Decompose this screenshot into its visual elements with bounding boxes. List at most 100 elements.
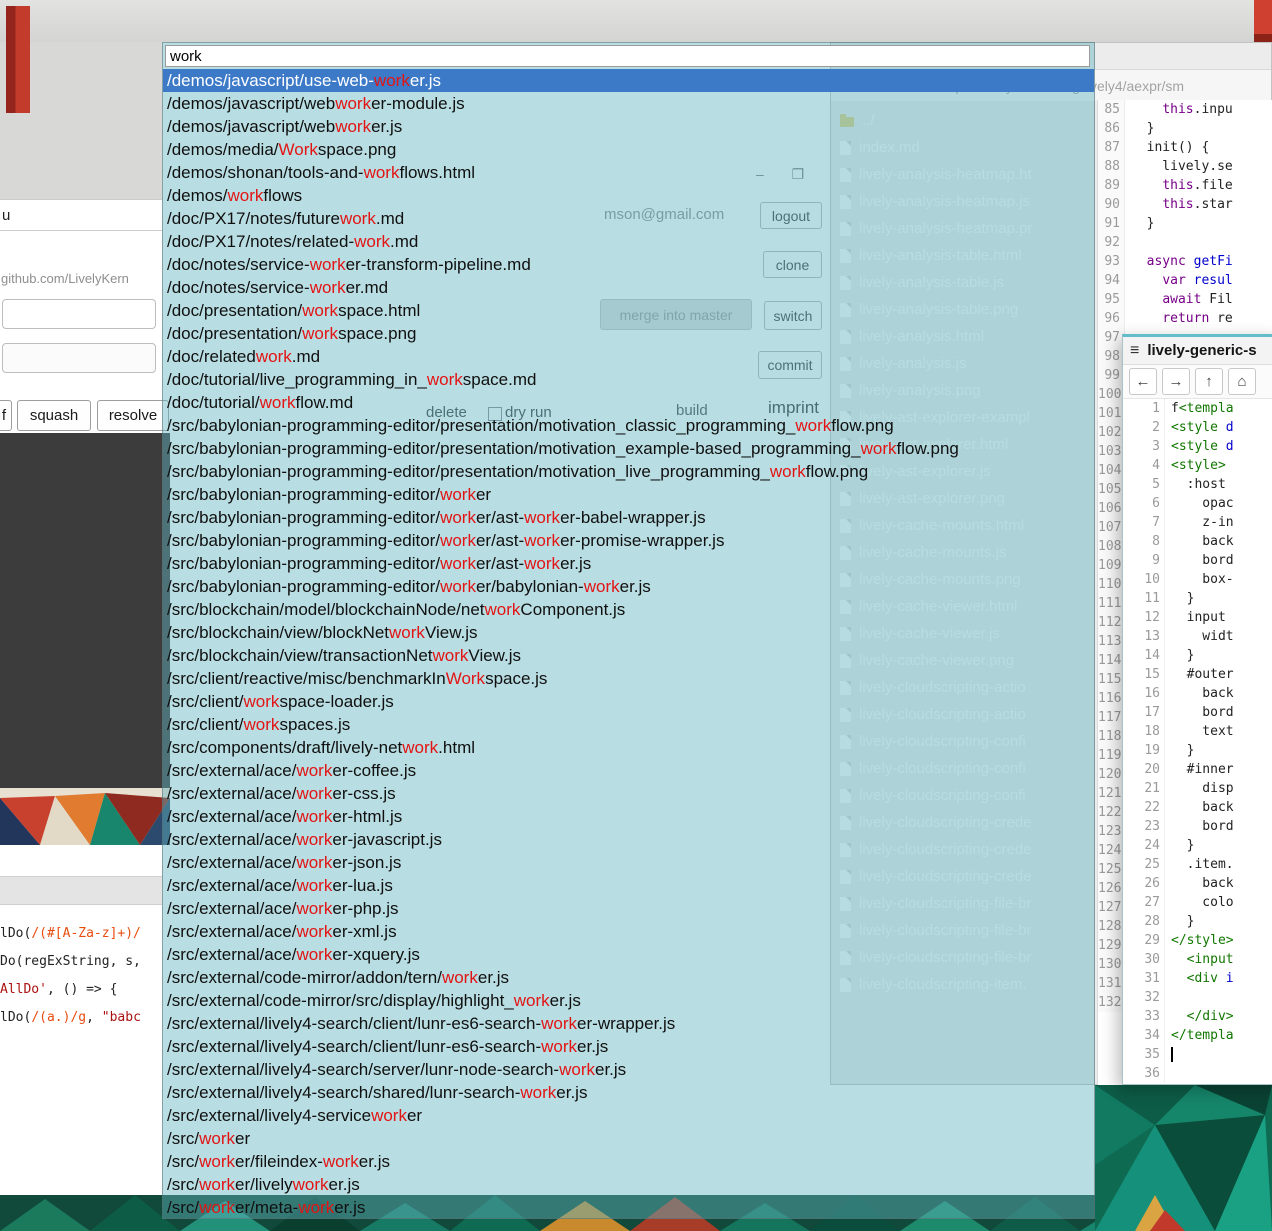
search-result-row[interactable]: /src/external/ace/worker-xquery.js xyxy=(163,943,1094,966)
line-number: 119 xyxy=(1098,746,1125,765)
code-text: await Fil xyxy=(1125,290,1233,309)
clipped-button[interactable]: f xyxy=(0,400,12,431)
editor-code-area[interactable]: 1f<templa2<style d3<style d4<style>5 :ho… xyxy=(1123,399,1272,1083)
code-line: 90 this.star xyxy=(1098,195,1272,214)
search-result-row[interactable]: /src/babylonian-programming-editor/worke… xyxy=(163,575,1094,598)
search-result-row[interactable]: /demos/javascript/webworker-module.js xyxy=(163,92,1094,115)
code-text: } xyxy=(1165,912,1194,931)
search-result-row[interactable]: /src/external/ace/worker-coffee.js xyxy=(163,759,1094,782)
search-result-row[interactable]: /demos/media/Workspace.png xyxy=(163,138,1094,161)
search-result-row[interactable]: /src/babylonian-programming-editor/worke… xyxy=(163,529,1094,552)
back-icon[interactable]: ← xyxy=(1129,368,1157,395)
code-text xyxy=(1125,233,1131,252)
match-highlight: work xyxy=(440,531,476,550)
squash-button[interactable]: squash xyxy=(17,400,91,431)
forward-icon[interactable]: → xyxy=(1162,368,1190,395)
search-result-row[interactable]: /src/external/lively4-search/client/lunr… xyxy=(163,1012,1094,1035)
search-result-row[interactable]: /src/external/ace/worker-lua.js xyxy=(163,874,1094,897)
left-input-1[interactable] xyxy=(2,299,156,329)
code-line: 93 async getFi xyxy=(1098,252,1272,271)
search-result-row[interactable]: /src/external/ace/worker-html.js xyxy=(163,805,1094,828)
line-number: 16 xyxy=(1123,684,1165,703)
search-result-row[interactable]: /doc/notes/service-worker-transform-pipe… xyxy=(163,253,1094,276)
line-number: 6 xyxy=(1123,494,1165,513)
left-input-2[interactable] xyxy=(2,343,156,373)
search-result-row[interactable]: /src/external/lively4-search/client/lunr… xyxy=(163,1035,1094,1058)
search-result-row[interactable]: /src/external/ace/worker-json.js xyxy=(163,851,1094,874)
match-highlight: work xyxy=(440,577,476,596)
search-result-row[interactable]: /src/blockchain/view/blockNetworkView.js xyxy=(163,621,1094,644)
search-result-row[interactable]: /src/blockchain/model/blockchainNode/net… xyxy=(163,598,1094,621)
code-line: 13 widt xyxy=(1123,627,1272,646)
search-result-row[interactable]: /src/external/ace/worker-php.js xyxy=(163,897,1094,920)
line-number: 90 xyxy=(1098,195,1125,214)
search-result-row[interactable]: /src/external/lively4-serviceworker xyxy=(163,1104,1094,1127)
search-result-row[interactable]: /demos/javascript/use-web-worker.js xyxy=(163,69,1094,92)
search-result-row[interactable]: /src/babylonian-programming-editor/worke… xyxy=(163,552,1094,575)
line-number: 20 xyxy=(1123,760,1165,779)
search-result-row[interactable]: /doc/notes/service-worker.md xyxy=(163,276,1094,299)
search-result-row[interactable]: /src/external/ace/worker-javascript.js xyxy=(163,828,1094,851)
line-number: 98 xyxy=(1098,347,1125,366)
code-fragment: lDo(/(#[A-Za-z]+)/ xyxy=(0,920,162,948)
match-highlight: work xyxy=(296,830,332,849)
search-result-row[interactable]: /src/worker xyxy=(163,1127,1094,1150)
code-text: var resul xyxy=(1125,271,1233,290)
line-number: 116 xyxy=(1098,689,1125,708)
search-result-row[interactable]: /src/babylonian-programming-editor/prese… xyxy=(163,414,1094,437)
search-result-row[interactable]: /src/client/workspaces.js xyxy=(163,713,1094,736)
search-result-row[interactable]: /doc/tutorial/live_programming_in_worksp… xyxy=(163,368,1094,391)
search-result-row[interactable]: /src/components/draft/lively-network.htm… xyxy=(163,736,1094,759)
match-highlight: work xyxy=(559,1060,595,1079)
search-result-row[interactable]: /doc/PX17/notes/futurework.md xyxy=(163,207,1094,230)
code-text: #outer xyxy=(1165,665,1234,684)
code-text: text xyxy=(1165,722,1234,741)
search-result-row[interactable]: /src/external/lively4-search/shared/lunr… xyxy=(163,1081,1094,1104)
line-number: 9 xyxy=(1123,551,1165,570)
search-result-row[interactable]: /src/worker/livelyworker.js xyxy=(163,1173,1094,1196)
search-result-row[interactable]: /src/worker/fileindex-worker.js xyxy=(163,1150,1094,1173)
search-result-row[interactable]: /demos/shonan/tools-and-workflows.html xyxy=(163,161,1094,184)
search-result-row[interactable]: /src/blockchain/view/transactionNetworkV… xyxy=(163,644,1094,667)
search-result-row[interactable]: /src/external/code-mirror/addon/tern/wor… xyxy=(163,966,1094,989)
code-text: back xyxy=(1165,532,1234,551)
code-line: 34</templa xyxy=(1123,1026,1272,1045)
search-result-row[interactable]: /src/babylonian-programming-editor/worke… xyxy=(163,506,1094,529)
search-result-row[interactable]: /src/external/ace/worker-css.js xyxy=(163,782,1094,805)
resolve-button[interactable]: resolve xyxy=(97,400,169,431)
code-text: this.star xyxy=(1125,195,1233,214)
search-result-row[interactable]: /doc/presentation/workspace.png xyxy=(163,322,1094,345)
search-result-row[interactable]: /doc/PX17/notes/related-work.md xyxy=(163,230,1094,253)
menu-icon[interactable]: ≡ xyxy=(1130,342,1139,360)
search-result-row[interactable]: /src/babylonian-programming-editor/worke… xyxy=(163,483,1094,506)
line-number: 23 xyxy=(1123,817,1165,836)
code-text: <style> xyxy=(1165,456,1226,475)
line-number: 106 xyxy=(1098,499,1125,518)
search-result-row[interactable]: /src/worker/meta-worker.js xyxy=(163,1196,1094,1218)
search-result-row[interactable]: /demos/workflows xyxy=(163,184,1094,207)
home-icon[interactable]: ⌂ xyxy=(1228,368,1256,395)
code-text: </templa xyxy=(1165,1026,1234,1045)
search-result-row[interactable]: /doc/presentation/workspace.html xyxy=(163,299,1094,322)
search-result-row[interactable]: /src/external/ace/worker-xml.js xyxy=(163,920,1094,943)
line-number: 130 xyxy=(1098,955,1125,974)
code-line: 28 } xyxy=(1123,912,1272,931)
search-result-row[interactable]: /src/external/code-mirror/src/display/hi… xyxy=(163,989,1094,1012)
search-result-row[interactable]: /src/babylonian-programming-editor/prese… xyxy=(163,460,1094,483)
search-result-row[interactable]: /demos/javascript/webworker.js xyxy=(163,115,1094,138)
search-result-row[interactable]: /src/client/workspace-loader.js xyxy=(163,690,1094,713)
editor-titlebar[interactable]: ≡ lively-generic-s xyxy=(1123,337,1272,365)
red-accent-left xyxy=(6,6,30,113)
match-highlight: work xyxy=(323,1152,359,1171)
line-number: 18 xyxy=(1123,722,1165,741)
search-input[interactable] xyxy=(165,45,1090,67)
search-results-list[interactable]: /demos/javascript/use-web-worker.js/demo… xyxy=(163,69,1094,1218)
search-result-row[interactable]: /src/babylonian-programming-editor/prese… xyxy=(163,437,1094,460)
search-result-row[interactable]: /src/external/lively4-search/server/lunr… xyxy=(163,1058,1094,1081)
line-number: 117 xyxy=(1098,708,1125,727)
search-result-row[interactable]: /src/client/reactive/misc/benchmarkInWor… xyxy=(163,667,1094,690)
search-result-row[interactable]: /doc/tutorial/workflow.md xyxy=(163,391,1094,414)
up-icon[interactable]: ↑ xyxy=(1195,368,1223,395)
line-number: 12 xyxy=(1123,608,1165,627)
search-result-row[interactable]: /doc/relatedwork.md xyxy=(163,345,1094,368)
